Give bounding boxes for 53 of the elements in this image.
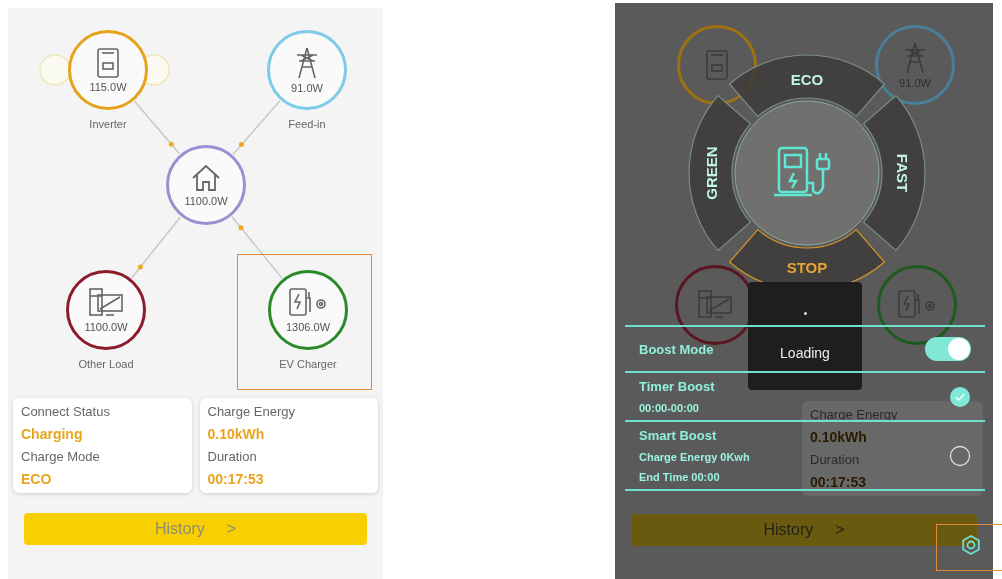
house-icon: [190, 163, 222, 192]
ev-charger-icon: [897, 290, 937, 320]
inverter-icon: [96, 47, 120, 78]
appliance-icon: [88, 287, 124, 318]
energy-node[interactable]: 115.0W: [68, 30, 148, 110]
appliance-icon: [697, 290, 733, 320]
power-value: 115.0W: [89, 80, 127, 93]
ev-charger-icon: [774, 146, 831, 197]
option-title: Smart Boost: [639, 428, 718, 443]
node-label: Inverter: [88, 118, 128, 130]
radio-circle-icon[interactable]: [949, 444, 971, 467]
status-value: Charging: [21, 426, 84, 442]
power-value: 1100.0W: [84, 320, 128, 333]
power-value: 1100.0W: [184, 194, 228, 207]
spinner-icon: [803, 311, 807, 315]
status-label: Charge Mode: [21, 449, 101, 464]
option-detail: Charge Energy 0Kwh: [639, 451, 750, 463]
status-value: 0.10kWh: [207, 426, 266, 442]
inverter-icon: [705, 50, 729, 80]
boost-toggle[interactable]: [925, 337, 971, 361]
node-label: Other Load: [77, 358, 135, 370]
check-circle-icon[interactable]: [949, 385, 971, 408]
status-label: Duration: [810, 452, 860, 467]
node-label: EV Charger: [278, 358, 338, 370]
status-value: 00:17:53: [207, 471, 265, 487]
energy-node[interactable]: 1306.0W: [268, 270, 348, 350]
option-detail: End Time 00:00: [639, 471, 721, 483]
status-value: 0.10kWh: [810, 429, 867, 445]
energy-node[interactable]: 1100.0W: [166, 145, 246, 225]
node-label: Feed-in: [287, 118, 327, 130]
flow-line: [231, 216, 283, 279]
mode-segment[interactable]: FAST: [863, 95, 926, 251]
status-label: Duration: [207, 449, 258, 464]
power-value: 1306.0W: [286, 320, 330, 333]
option-title: Timer Boost: [639, 379, 715, 394]
status-value: ECO: [21, 471, 53, 487]
loading-text: Loading: [780, 344, 830, 361]
status-value: 00:17:53: [810, 474, 867, 490]
mode-segment[interactable]: ECO: [729, 54, 885, 117]
flow-line: [133, 100, 181, 155]
ev-charger-icon: [288, 287, 328, 318]
settings-icon[interactable]: [960, 534, 982, 556]
status-label: Connect Status: [21, 404, 111, 419]
flow-line: [232, 100, 281, 155]
mode-segment[interactable]: GREEN: [688, 95, 751, 251]
energy-node[interactable]: 1100.0W: [66, 270, 146, 350]
highlight-frame: [936, 524, 1002, 571]
energy-node[interactable]: 91.0W: [267, 30, 347, 110]
status-label: Charge Energy: [207, 404, 296, 419]
option-detail: 00:00-00:00: [639, 402, 700, 414]
boost-mode-label: Boost Mode: [639, 341, 714, 357]
power-value: 91.0W: [291, 81, 323, 94]
flow-line: [130, 216, 182, 279]
